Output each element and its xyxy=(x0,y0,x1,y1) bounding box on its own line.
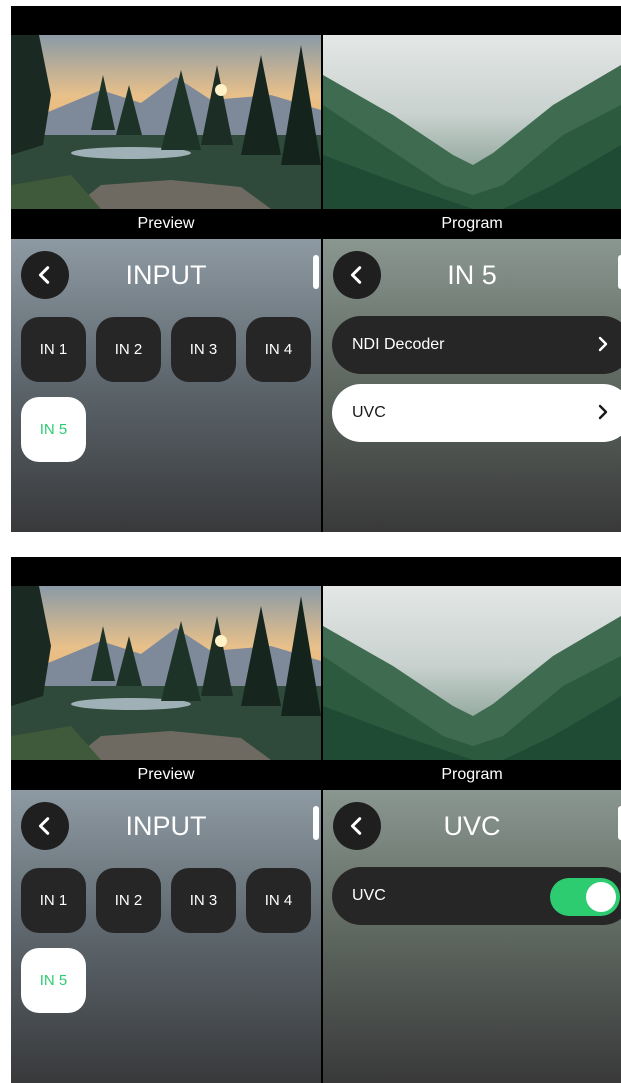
program-image xyxy=(323,35,621,209)
menu-item-label: UVC xyxy=(352,404,386,421)
menu-item-uvc[interactable]: UVC xyxy=(332,384,621,442)
menu-item-label: NDI Decoder xyxy=(352,336,445,353)
panel-title: UVC xyxy=(443,811,501,841)
chevron-right-icon xyxy=(598,404,608,420)
back-button[interactable] xyxy=(21,251,69,299)
toggle-knob xyxy=(586,882,616,912)
device-screen-1: Preview Program INPUT IN 1 IN 2 IN 3 IN … xyxy=(11,6,621,532)
device-screen-2: Preview Program INPUT IN 1 IN 2 IN 3 IN … xyxy=(11,557,621,1083)
preview-caption: Preview xyxy=(137,215,195,232)
scrollbar[interactable] xyxy=(313,255,319,289)
preview-image xyxy=(11,35,321,209)
scrollbar[interactable] xyxy=(313,806,319,840)
preview-caption: Preview xyxy=(137,766,195,783)
input-tile-in-4[interactable]: IN 4 xyxy=(246,317,311,382)
preview-image xyxy=(11,586,321,760)
input-tile-in-1[interactable]: IN 1 xyxy=(21,868,86,933)
back-button[interactable] xyxy=(333,251,381,299)
input-tile-in-2[interactable]: IN 2 xyxy=(96,868,161,933)
chevron-left-icon xyxy=(350,266,362,284)
in5-menu-panel: IN 5 NDI Decoder UVC xyxy=(323,239,621,532)
chevron-left-icon xyxy=(350,817,362,835)
chevron-right-icon xyxy=(598,336,608,352)
back-button[interactable] xyxy=(21,802,69,850)
input-tile-in-5[interactable]: IN 5 xyxy=(21,397,86,462)
uvc-toggle-switch[interactable] xyxy=(550,878,620,916)
input-tile-in-5[interactable]: IN 5 xyxy=(21,948,86,1013)
input-tile-in-4[interactable]: IN 4 xyxy=(246,868,311,933)
chevron-left-icon xyxy=(38,266,50,284)
back-button[interactable] xyxy=(333,802,381,850)
input-panel: INPUT IN 1 IN 2 IN 3 IN 4 IN 5 xyxy=(11,239,321,532)
panel-title: INPUT xyxy=(125,811,207,841)
panel-title: INPUT xyxy=(125,260,207,290)
panel-title: IN 5 xyxy=(447,260,497,290)
chevron-left-icon xyxy=(38,817,50,835)
menu-item-ndi-decoder[interactable]: NDI Decoder xyxy=(332,316,621,374)
program-caption: Program xyxy=(441,215,503,232)
program-image xyxy=(323,586,621,760)
input-tile-in-2[interactable]: IN 2 xyxy=(96,317,161,382)
input-tile-in-3[interactable]: IN 3 xyxy=(171,868,236,933)
uvc-settings-panel: UVC UVC xyxy=(323,790,621,1083)
input-tile-in-1[interactable]: IN 1 xyxy=(21,317,86,382)
program-caption: Program xyxy=(441,766,503,783)
toggle-label: UVC xyxy=(352,887,386,904)
uvc-toggle-row[interactable]: UVC xyxy=(332,867,621,925)
input-tile-in-3[interactable]: IN 3 xyxy=(171,317,236,382)
input-panel: INPUT IN 1 IN 2 IN 3 IN 4 IN 5 xyxy=(11,790,321,1083)
